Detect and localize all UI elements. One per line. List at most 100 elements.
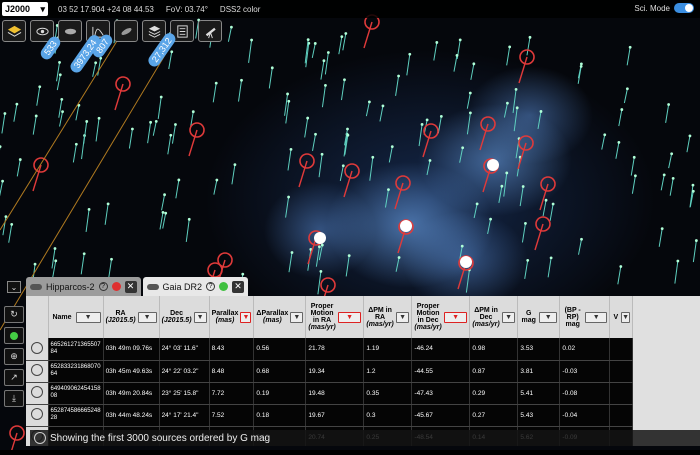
column-header[interactable]: ΔPM in Dec(mas/yr)▼: [470, 296, 518, 338]
gaia-source-marker[interactable]: [19, 158, 22, 161]
gaia-source-marker[interactable]: [500, 185, 503, 188]
gaia-source-marker[interactable]: [617, 141, 620, 144]
column-header[interactable]: ΔParallax(mas)▼: [254, 296, 306, 338]
gaia-source-marker[interactable]: [550, 256, 553, 259]
table-row[interactable]: 665261271365507 8403h 49m 09.76s24° 03' …: [26, 338, 633, 360]
gaia-source-marker[interactable]: [580, 62, 583, 65]
filter-icon[interactable]: ▼: [76, 312, 101, 323]
gaia-source-marker[interactable]: [215, 82, 218, 85]
telescope-button[interactable]: [198, 20, 222, 42]
gaia-source-marker[interactable]: [98, 117, 101, 120]
gaia-source-marker[interactable]: [160, 96, 163, 99]
share-button[interactable]: ↗: [4, 369, 24, 386]
footprint-button[interactable]: [114, 20, 138, 42]
gaia-source-marker[interactable]: [387, 188, 390, 191]
column-header[interactable]: RA(J2015.5)▼: [103, 296, 159, 338]
gaia-source-marker[interactable]: [83, 252, 86, 255]
close-icon[interactable]: ✕: [232, 281, 244, 293]
catalog-button[interactable]: [58, 20, 82, 42]
gaia-source-marker[interactable]: [271, 66, 274, 69]
gaia-source-marker[interactable]: [170, 50, 173, 53]
gaia-source-marker[interactable]: [240, 79, 243, 82]
gaia-source-marker[interactable]: [155, 120, 158, 123]
gaia-source-marker[interactable]: [469, 92, 472, 95]
gaia-source-marker[interactable]: [163, 193, 166, 196]
filter-icon[interactable]: ▼: [396, 312, 410, 323]
gaia-source-marker[interactable]: [371, 156, 374, 159]
gaia-source-marker[interactable]: [35, 115, 38, 118]
gaia-source-marker[interactable]: [459, 39, 462, 42]
gaia-source-marker[interactable]: [321, 153, 324, 156]
gaia-source-marker[interactable]: [107, 202, 110, 205]
gaia-source-marker[interactable]: [456, 54, 459, 57]
gaia-source-marker[interactable]: [307, 38, 310, 41]
column-header[interactable]: Parallax(mas)▼: [209, 296, 254, 338]
gaia-source-marker[interactable]: [291, 251, 294, 254]
gaia-source-marker[interactable]: [0, 145, 1, 148]
gaia-source-marker[interactable]: [318, 245, 321, 248]
gaia-source-marker[interactable]: [215, 179, 218, 182]
gaia-source-marker[interactable]: [314, 133, 317, 136]
download-button[interactable]: ⤓: [4, 390, 24, 407]
gaia-source-marker[interactable]: [391, 145, 394, 148]
gaia-source-marker[interactable]: [661, 227, 664, 230]
table-row[interactable]: 652874586665248 2803h 44m 48.24s24° 17' …: [26, 404, 633, 426]
gaia-source-marker[interactable]: [192, 110, 195, 113]
refresh-button[interactable]: ↻: [4, 306, 24, 323]
gaia-source-marker[interactable]: [38, 85, 41, 88]
gaia-source-marker[interactable]: [177, 179, 180, 182]
gaia-source-marker[interactable]: [58, 61, 61, 64]
gaia-source-marker[interactable]: [54, 247, 57, 250]
gaia-source-marker[interactable]: [426, 119, 429, 122]
collapse-panel-button[interactable]: ⌄: [7, 281, 21, 293]
gaia-source-marker[interactable]: [346, 128, 349, 131]
table-row[interactable]: 649409062454158 0803h 49m 20.84s23° 25' …: [26, 382, 633, 404]
filter-icon[interactable]: ▼: [194, 312, 207, 323]
gaia-source-marker[interactable]: [429, 159, 432, 162]
gaia-source-marker[interactable]: [580, 65, 583, 68]
gaia-source-marker[interactable]: [663, 173, 666, 176]
gaia-source-marker[interactable]: [526, 259, 529, 262]
gaia-source-marker[interactable]: [306, 117, 309, 120]
sci-mode[interactable]: Sci. Mode: [634, 3, 694, 13]
gaia-source-marker[interactable]: [54, 259, 57, 262]
filter-icon[interactable]: ▼: [444, 312, 468, 323]
gaia-source-marker[interactable]: [469, 112, 472, 115]
gaia-source-marker[interactable]: [59, 73, 62, 76]
column-header[interactable]: (BP - RP) mag▼: [560, 296, 610, 338]
gaia-source-marker[interactable]: [580, 238, 583, 241]
gaia-source-marker[interactable]: [524, 222, 527, 225]
gaia-source-marker[interactable]: [476, 202, 479, 205]
gaia-source-marker[interactable]: [619, 265, 622, 268]
gaia-source-marker[interactable]: [1, 180, 4, 183]
gaia-source-marker[interactable]: [61, 110, 64, 113]
gaia-source-marker[interactable]: [287, 196, 290, 199]
filter-icon[interactable]: ▼: [338, 312, 362, 323]
gaia-source-marker[interactable]: [633, 156, 636, 159]
center-on-source-button[interactable]: [26, 338, 48, 360]
column-header[interactable]: ΔPM in RA(mas/yr)▼: [364, 296, 412, 338]
gaia-source-marker[interactable]: [88, 208, 91, 211]
gaia-source-marker[interactable]: [620, 108, 623, 111]
gaia-source-marker[interactable]: [461, 146, 464, 149]
survey-name[interactable]: DSS2 color: [220, 5, 260, 14]
gaia-source-marker[interactable]: [131, 128, 134, 131]
gaia-source-marker[interactable]: [10, 223, 13, 226]
tab-hipparcos[interactable]: Hipparcos-2 ? ✕: [26, 277, 141, 296]
gaia-source-marker[interactable]: [676, 260, 679, 263]
filter-icon[interactable]: ▼: [138, 312, 157, 323]
gaia-source-marker[interactable]: [323, 59, 326, 62]
help-icon[interactable]: ?: [99, 282, 108, 291]
gaia-source-marker[interactable]: [545, 199, 548, 202]
gaia-source-marker[interactable]: [515, 88, 518, 91]
gaia-source-marker[interactable]: [440, 115, 443, 118]
center-on-source-button[interactable]: [26, 382, 48, 404]
gaia-source-marker[interactable]: [516, 106, 519, 109]
gaia-source-marker[interactable]: [508, 45, 511, 48]
gaia-source-marker[interactable]: [174, 123, 177, 126]
gaia-source-marker[interactable]: [321, 244, 324, 247]
gaia-source-marker[interactable]: [692, 184, 695, 187]
gaia-source-marker[interactable]: [506, 102, 509, 105]
gaia-source-marker[interactable]: [343, 78, 346, 81]
gaia-source-marker[interactable]: [287, 100, 290, 103]
